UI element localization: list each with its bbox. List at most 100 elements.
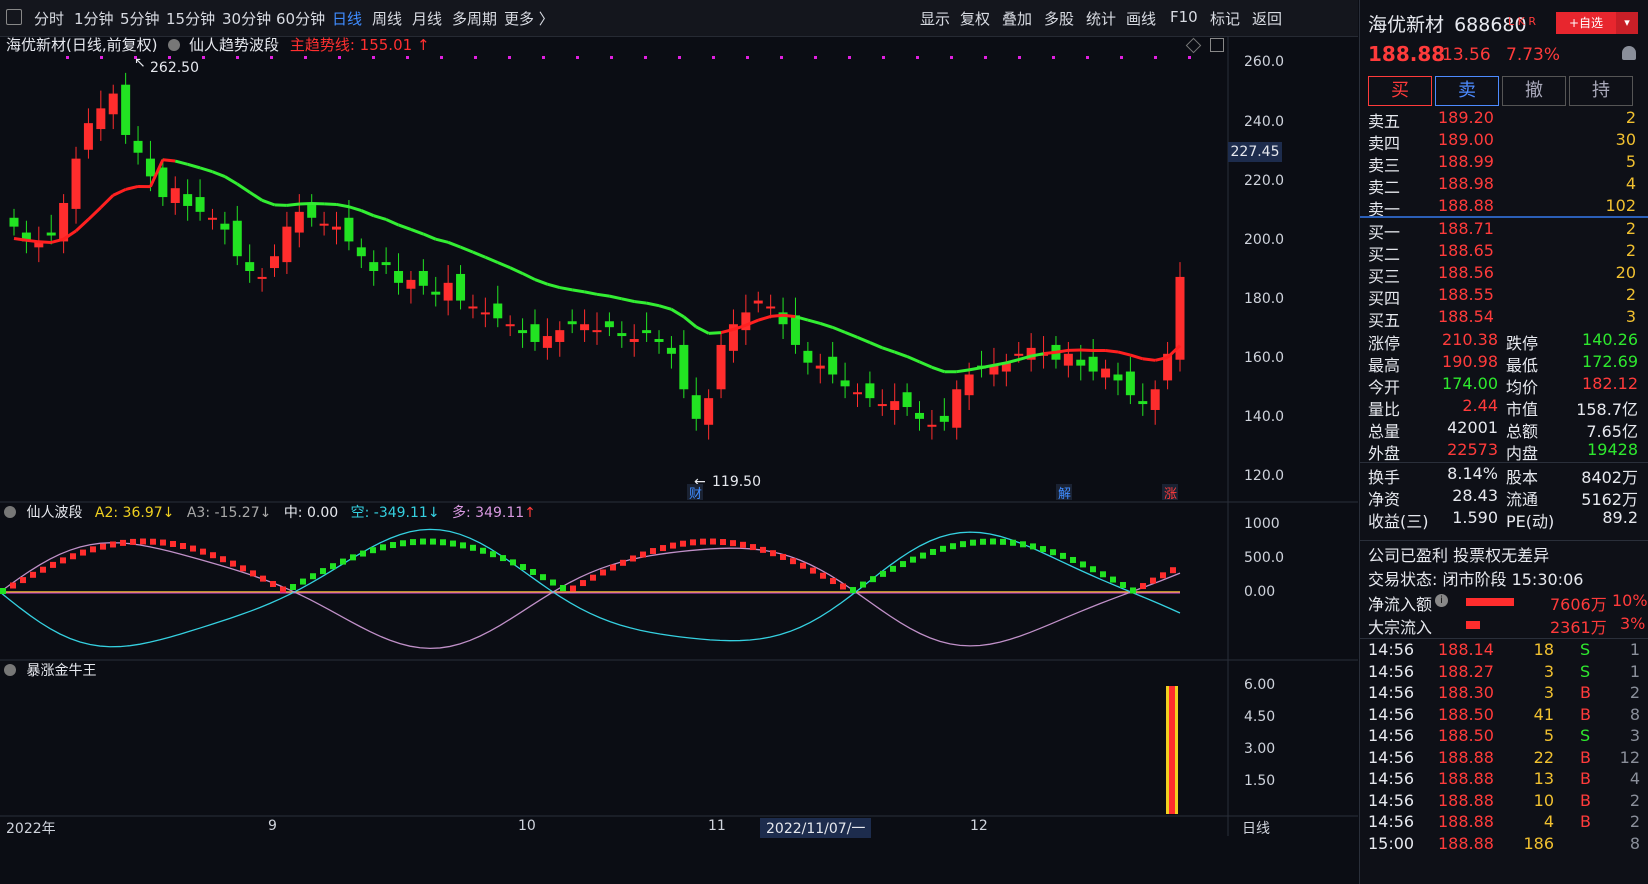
stat-label: PE(动) (1506, 512, 1555, 531)
toolbar-action[interactable]: 多股 (1044, 8, 1074, 29)
stat-label: 均价 (1506, 378, 1539, 397)
toolbar-tab[interactable]: 60分钟 (276, 8, 325, 29)
tick-n: 2 (1629, 812, 1640, 831)
toolbar-tab[interactable]: 分时 (34, 8, 64, 29)
crosshair-date-tag[interactable]: 2022/11/07/一 (760, 818, 872, 838)
book-label: 买五 (1368, 311, 1401, 330)
toolbar-tab[interactable]: 月线 (412, 8, 442, 29)
wave-step (290, 584, 296, 591)
net-inflow-bar (1466, 598, 1514, 606)
candle-body (71, 158, 81, 209)
toolbar-action[interactable]: 标记 (1210, 8, 1240, 29)
candle-body (257, 276, 267, 279)
signal-dot (882, 56, 885, 59)
toolbar-tab[interactable]: 周线 (372, 8, 402, 29)
toolbar-tab[interactable]: 5分钟 (120, 8, 160, 29)
tick-vol: 3 (1543, 683, 1554, 702)
signal-dot (712, 56, 715, 59)
divider (1360, 540, 1648, 541)
toolbar-action[interactable]: F10 (1170, 8, 1198, 26)
price-change: 13.56 (1442, 45, 1491, 65)
collapse-icon[interactable] (4, 664, 16, 676)
ask-row[interactable]: 卖一 188.88 102 (1368, 195, 1636, 219)
toolbar-tab[interactable]: 30分钟 (222, 8, 271, 29)
event-marker: 财 (689, 487, 702, 502)
cancel-button[interactable]: 撤 (1502, 76, 1566, 106)
toolbar-action[interactable]: 复权 (960, 8, 990, 29)
trend-line-segment (956, 368, 970, 374)
book-volume: 2 (1625, 108, 1636, 127)
candle-body (877, 404, 887, 407)
wave-step (1110, 576, 1116, 583)
tick-row: 14:56 188.88 4 B 2 (1368, 812, 1640, 834)
trend-line-segment (484, 255, 499, 264)
stat-label: 流通 (1506, 490, 1539, 509)
wave-step (310, 573, 316, 580)
trend-line-segment (211, 170, 226, 178)
bell-icon[interactable] (1622, 46, 1636, 60)
toolbar-tab[interactable]: 1分钟 (74, 8, 114, 29)
wave-step (910, 556, 916, 563)
trend-line-segment (584, 290, 598, 296)
candle-body (604, 321, 614, 328)
tick-price: 188.30 (1438, 683, 1494, 702)
x-axis-tick: 10 (518, 818, 536, 834)
ask-row[interactable]: 卖五 189.20 2 (1368, 107, 1636, 131)
ask-row[interactable]: 卖三 188.99 5 (1368, 151, 1636, 175)
ask-row[interactable]: 卖四 189.00 30 (1368, 129, 1636, 153)
candle-body (468, 306, 478, 309)
toolbar-action[interactable]: 画线 (1126, 8, 1156, 29)
candle-body (704, 398, 714, 425)
ask-row[interactable]: 卖二 188.98 4 (1368, 173, 1636, 197)
candle-body (828, 356, 838, 375)
tick-n: 12 (1619, 747, 1640, 767)
window-icon[interactable] (6, 9, 22, 25)
wave-step (960, 541, 966, 548)
collapse-icon[interactable] (4, 506, 16, 518)
trend-line-segment (559, 286, 573, 292)
toolbar-tab[interactable]: 多周期 (452, 8, 497, 29)
toolbar-action[interactable]: 叠加 (1002, 8, 1032, 29)
toolbar-action[interactable]: 统计 (1086, 8, 1116, 29)
sub1-name[interactable]: 仙人波段 (26, 505, 82, 521)
toolbar-tab[interactable]: 15分钟 (166, 8, 215, 29)
book-volume: 2 (1625, 241, 1636, 260)
wave-step (20, 577, 26, 584)
wave-step (240, 565, 246, 572)
bid-row[interactable]: 买五 188.54 3 (1368, 306, 1636, 330)
candle-body (356, 247, 366, 257)
candle-body (915, 412, 925, 419)
bid-row[interactable]: 买三 188.56 20 (1368, 262, 1636, 286)
trend-line-segment (894, 350, 908, 358)
toolbar-action[interactable]: 显示 (920, 8, 950, 29)
tick-price: 188.88 (1438, 790, 1494, 810)
book-volume: 5 (1625, 152, 1636, 171)
wave-step (480, 547, 486, 554)
position-button[interactable]: 持 (1569, 76, 1633, 106)
wave-step (1160, 572, 1166, 579)
y-axis-tick: 6.00 (1244, 677, 1276, 693)
toolbar-action[interactable]: 返回 (1252, 8, 1282, 29)
kong-arrow-icon: ↓ (427, 505, 440, 521)
wave-step (950, 543, 956, 550)
bid-row[interactable]: 买四 188.55 2 (1368, 284, 1636, 308)
info-icon[interactable]: i (1435, 594, 1448, 607)
sub2-name[interactable]: 暴涨金牛王 (26, 663, 96, 679)
book-volume: 2 (1625, 285, 1636, 304)
trend-line-segment (398, 223, 412, 231)
wave-step (1120, 581, 1126, 588)
tick-time: 15:00 (1368, 833, 1415, 853)
stat-value: 22573 (1447, 440, 1498, 459)
sell-button[interactable]: 卖 (1435, 76, 1499, 106)
trend-line-segment (596, 292, 610, 298)
buy-button[interactable]: 买 (1368, 76, 1432, 106)
tick-vol: 13 (1533, 769, 1554, 788)
dropdown-icon[interactable]: ▾ (1616, 12, 1638, 34)
bid-row[interactable]: 买一 188.71 2 (1368, 218, 1636, 242)
bid-row[interactable]: 买二 188.65 2 (1368, 240, 1636, 264)
chart-canvas[interactable]: 262.50↖119.50←财解涨 (0, 36, 1358, 884)
candle-body (294, 211, 304, 233)
add-watch-button[interactable]: +自选 (1556, 12, 1616, 34)
toolbar-tab[interactable]: 更多 〉 (504, 8, 554, 29)
toolbar-tab[interactable]: 日线 (332, 8, 362, 29)
